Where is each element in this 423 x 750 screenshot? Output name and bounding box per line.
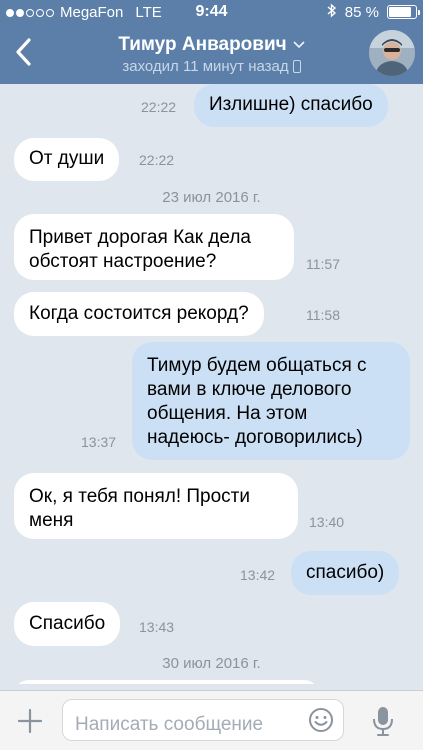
plus-icon [17,708,43,734]
message-bubble-outgoing[interactable]: Тимур будем общаться с вами в ключе дело… [132,342,410,460]
date-separator: 23 июл 2016 г. [162,189,261,206]
avatar[interactable] [369,30,415,76]
message-time: 13:43 [139,619,175,635]
contact-info[interactable]: Тимур Анварович заходил 11 минут назад [60,34,363,76]
nav-bar: Тимур Анварович заходил 11 минут назад [0,26,423,84]
message-time: 13:37 [81,434,117,450]
message-time: 11:57 [306,256,340,272]
message-bubble-outgoing[interactable]: спасибо) [291,551,400,595]
status-bar: MegaFon LTE 9:44 85 % [0,0,423,24]
message-bubble-incoming[interactable] [14,680,319,684]
message-time: 22:22 [141,99,177,115]
message-bubble-outgoing[interactable]: Излишне) спасибо [194,84,388,127]
message-time: 13:40 [309,514,345,530]
microphone-icon [373,707,393,736]
composer-bar [0,690,423,750]
message-time: 22:22 [139,152,175,168]
message-list[interactable]: 22:22 Излишне) спасибо От души 22:22 23 … [0,84,423,684]
message-time: 13:42 [240,567,276,583]
message-time: 11:58 [306,307,340,323]
voice-message-button[interactable] [372,705,394,737]
chevron-left-icon [16,38,31,66]
chevron-down-icon [293,41,305,49]
attach-button[interactable] [16,707,44,735]
battery-percent: 85 % [344,3,379,21]
smiley-icon [309,708,333,732]
emoji-button[interactable] [308,707,334,733]
mobile-phone-icon [292,60,301,73]
message-bubble-incoming[interactable]: Спасибо [14,602,121,646]
date-separator: 30 июл 2016 г. [162,655,261,672]
message-bubble-incoming[interactable]: Когда состоится рекорд? [14,292,264,336]
chat-header: MegaFon LTE 9:44 85 % Тимур Анварович за… [0,0,423,84]
message-bubble-incoming[interactable]: Привет дорогая Как дела обстоят настроен… [14,214,294,280]
message-bubble-incoming[interactable]: От души [14,138,120,181]
back-button[interactable] [8,34,38,70]
last-seen: заходил 11 минут назад [122,58,289,75]
message-bubble-incoming[interactable]: Ок, я тебя понял! Прости меня [14,473,298,539]
battery-icon [387,5,420,19]
message-input[interactable] [62,699,344,741]
bluetooth-icon [327,3,337,21]
contact-name: Тимур Анварович [118,34,287,55]
